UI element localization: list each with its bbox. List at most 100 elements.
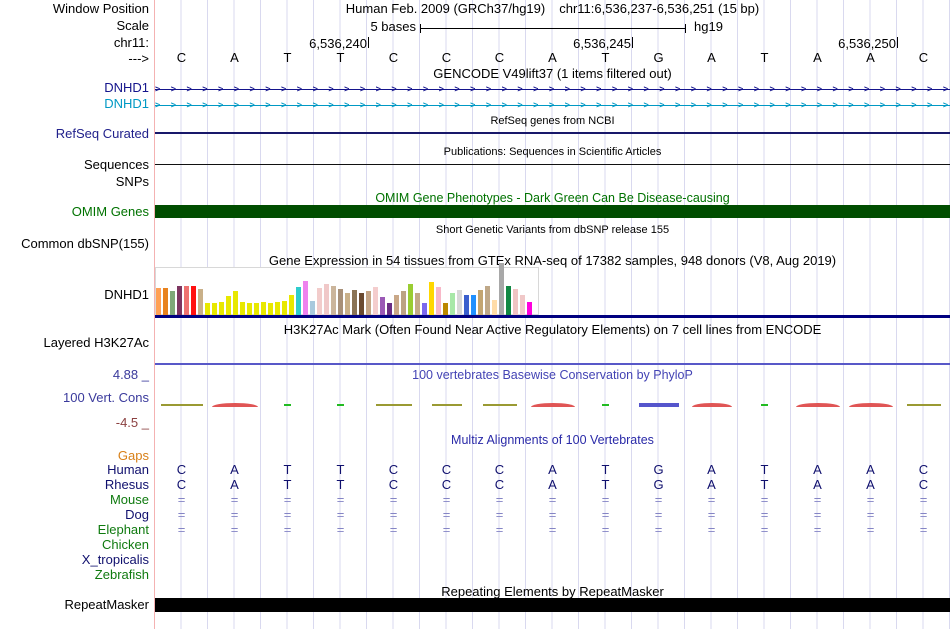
- align-gap[interactable]: =: [155, 493, 208, 507]
- multiz-label-elephant[interactable]: Elephant: [0, 523, 149, 537]
- gtex-bar[interactable]: [387, 303, 392, 315]
- multiz-label-human[interactable]: Human: [0, 463, 149, 477]
- gtex-bar[interactable]: [261, 302, 266, 315]
- align-gap[interactable]: =: [367, 523, 420, 537]
- gtex-bar[interactable]: [485, 286, 490, 315]
- conservation-mark[interactable]: [638, 403, 679, 407]
- gtex-bar[interactable]: [380, 297, 385, 315]
- multiz-label-xtropicalis[interactable]: X_tropicalis: [0, 553, 149, 567]
- align-gap[interactable]: =: [738, 508, 791, 522]
- gtex-bar[interactable]: [506, 286, 511, 315]
- gtex-bar[interactable]: [373, 287, 378, 315]
- align-base[interactable]: A: [526, 478, 579, 492]
- align-base[interactable]: T: [314, 463, 367, 477]
- conservation-mark[interactable]: [602, 403, 609, 407]
- gtex-bar[interactable]: [338, 289, 343, 315]
- multiz-label-rhesus[interactable]: Rhesus: [0, 478, 149, 492]
- align-base[interactable]: A: [791, 478, 844, 492]
- h3k27ac-signal-line[interactable]: [155, 363, 950, 365]
- gtex-bar[interactable]: [457, 290, 462, 315]
- align-base[interactable]: A: [844, 463, 897, 477]
- gtex-bar[interactable]: [359, 293, 364, 315]
- align-base[interactable]: A: [208, 478, 261, 492]
- align-gap[interactable]: =: [208, 493, 261, 507]
- refseq-gene-line[interactable]: [155, 132, 950, 134]
- align-gap[interactable]: =: [791, 493, 844, 507]
- align-base[interactable]: C: [473, 478, 526, 492]
- multiz-label-zebrafish[interactable]: Zebrafish: [0, 568, 149, 582]
- conservation-mark[interactable]: [482, 404, 517, 406]
- snps-label[interactable]: SNPs: [0, 175, 149, 189]
- align-base[interactable]: C: [420, 463, 473, 477]
- gtex-bar[interactable]: [401, 291, 406, 315]
- align-gap[interactable]: =: [897, 508, 950, 522]
- align-base[interactable]: T: [738, 478, 791, 492]
- gene-model-dnhd1-alt[interactable]: > > > > > > > > > > > > > > > > > > > > …: [155, 100, 950, 110]
- conservation-mark[interactable]: [761, 403, 768, 407]
- align-gap[interactable]: =: [261, 493, 314, 507]
- gtex-bar[interactable]: [219, 302, 224, 315]
- gtex-bar[interactable]: [198, 289, 203, 315]
- refseq-curated-label[interactable]: RefSeq Curated: [0, 127, 149, 141]
- align-base[interactable]: C: [897, 463, 950, 477]
- align-base[interactable]: T: [314, 478, 367, 492]
- gtex-bar[interactable]: [184, 286, 189, 315]
- align-base[interactable]: A: [791, 463, 844, 477]
- gtex-bar[interactable]: [303, 281, 308, 315]
- gtex-bar[interactable]: [436, 287, 441, 315]
- align-gap[interactable]: =: [844, 508, 897, 522]
- vert-cons-label[interactable]: 100 Vert. Cons: [0, 391, 149, 405]
- conservation-mark[interactable]: [848, 403, 893, 407]
- align-gap[interactable]: =: [420, 523, 473, 537]
- align-base[interactable]: A: [685, 478, 738, 492]
- publications-sequence-line[interactable]: [155, 164, 950, 165]
- align-gap[interactable]: =: [367, 493, 420, 507]
- conservation-mark[interactable]: [211, 403, 258, 407]
- align-base[interactable]: C: [155, 478, 208, 492]
- align-gap[interactable]: =: [632, 493, 685, 507]
- gtex-bar[interactable]: [352, 290, 357, 315]
- gtex-bar[interactable]: [520, 295, 525, 315]
- multiz-label-dog[interactable]: Dog: [0, 508, 149, 522]
- conservation-mark[interactable]: [795, 403, 840, 407]
- gtex-bar[interactable]: [205, 303, 210, 315]
- align-base[interactable]: C: [897, 478, 950, 492]
- align-base[interactable]: G: [632, 463, 685, 477]
- gtex-bar[interactable]: [492, 300, 497, 315]
- multiz-label-chicken[interactable]: Chicken: [0, 538, 149, 552]
- align-gap[interactable]: =: [685, 508, 738, 522]
- gtex-bar[interactable]: [310, 301, 315, 315]
- conservation-mark[interactable]: [431, 404, 462, 406]
- gtex-bar[interactable]: [366, 291, 371, 315]
- gtex-bar[interactable]: [415, 293, 420, 315]
- align-gap[interactable]: =: [473, 493, 526, 507]
- gene-model-dnhd1[interactable]: > > > > > > > > > > > > > > > > > > > > …: [155, 84, 950, 94]
- align-base[interactable]: C: [155, 463, 208, 477]
- align-base[interactable]: C: [420, 478, 473, 492]
- conservation-mark[interactable]: [375, 404, 412, 406]
- align-base[interactable]: T: [579, 478, 632, 492]
- align-gap[interactable]: =: [632, 523, 685, 537]
- multiz-label-mouse[interactable]: Mouse: [0, 493, 149, 507]
- align-gap[interactable]: =: [685, 523, 738, 537]
- omim-gene-bar[interactable]: [155, 205, 950, 218]
- align-base[interactable]: A: [685, 463, 738, 477]
- gtex-bar[interactable]: [443, 303, 448, 315]
- conservation-mark[interactable]: [284, 403, 291, 407]
- align-gap[interactable]: =: [579, 523, 632, 537]
- conservation-mark[interactable]: [906, 404, 941, 406]
- align-gap[interactable]: =: [473, 508, 526, 522]
- gene-label-dnhd1-alt[interactable]: DNHD1: [0, 97, 149, 111]
- align-gap[interactable]: =: [685, 493, 738, 507]
- align-gap[interactable]: =: [367, 508, 420, 522]
- gtex-bar[interactable]: [247, 303, 252, 315]
- gtex-bar[interactable]: [450, 293, 455, 315]
- align-gap[interactable]: =: [738, 523, 791, 537]
- conservation-mark[interactable]: [530, 403, 575, 407]
- align-base[interactable]: C: [367, 478, 420, 492]
- align-gap[interactable]: =: [526, 493, 579, 507]
- repeatmasker-label[interactable]: RepeatMasker: [0, 598, 149, 612]
- align-gap[interactable]: =: [632, 508, 685, 522]
- align-gap[interactable]: =: [208, 523, 261, 537]
- gtex-bar[interactable]: [163, 288, 168, 315]
